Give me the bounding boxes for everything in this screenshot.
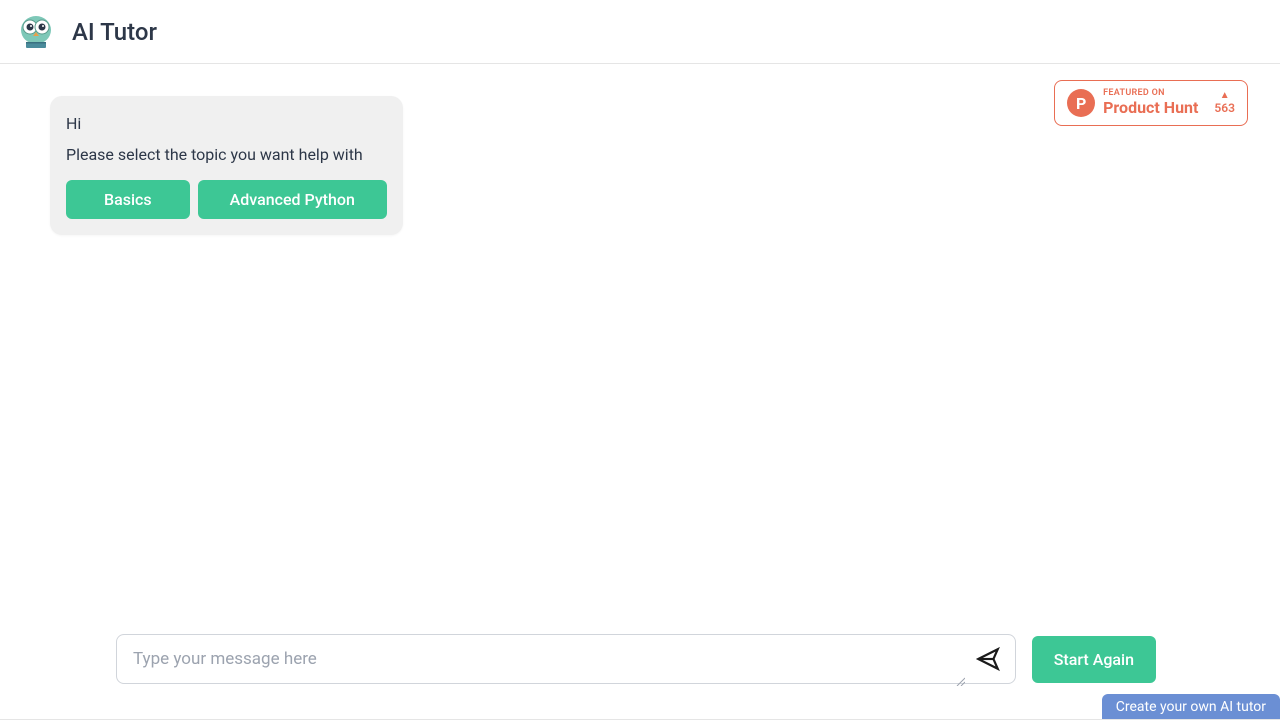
product-hunt-badge[interactable]: P FEATURED ON Product Hunt ▲ 563 [1054, 80, 1248, 126]
product-hunt-name: Product Hunt [1103, 99, 1198, 117]
start-again-button[interactable]: Start Again [1032, 636, 1156, 683]
owl-logo [16, 12, 56, 52]
prompt-text: Please select the topic you want help wi… [66, 145, 387, 164]
upvote-container: ▲ 563 [1214, 91, 1235, 115]
message-input[interactable] [117, 635, 961, 683]
app-title: AI Tutor [72, 18, 157, 46]
input-area: Start Again [116, 634, 1156, 684]
send-icon [975, 646, 1001, 672]
assistant-message: Hi Please select the topic you want help… [50, 96, 403, 235]
topic-buttons-container: Basics Advanced Python [66, 180, 387, 219]
create-tutor-cta[interactable]: Create your own AI tutor [1102, 694, 1280, 720]
topic-basics-button[interactable]: Basics [66, 180, 190, 219]
product-hunt-icon: P [1067, 89, 1095, 117]
app-header: AI Tutor [0, 0, 1280, 64]
upvote-count: 563 [1214, 101, 1235, 115]
upvote-arrow-icon: ▲ [1220, 91, 1230, 101]
message-input-wrapper [116, 634, 1016, 684]
topic-advanced-button[interactable]: Advanced Python [198, 180, 387, 219]
product-hunt-text: FEATURED ON Product Hunt [1103, 89, 1198, 116]
send-button[interactable] [961, 638, 1015, 680]
greeting-text: Hi [66, 114, 387, 133]
